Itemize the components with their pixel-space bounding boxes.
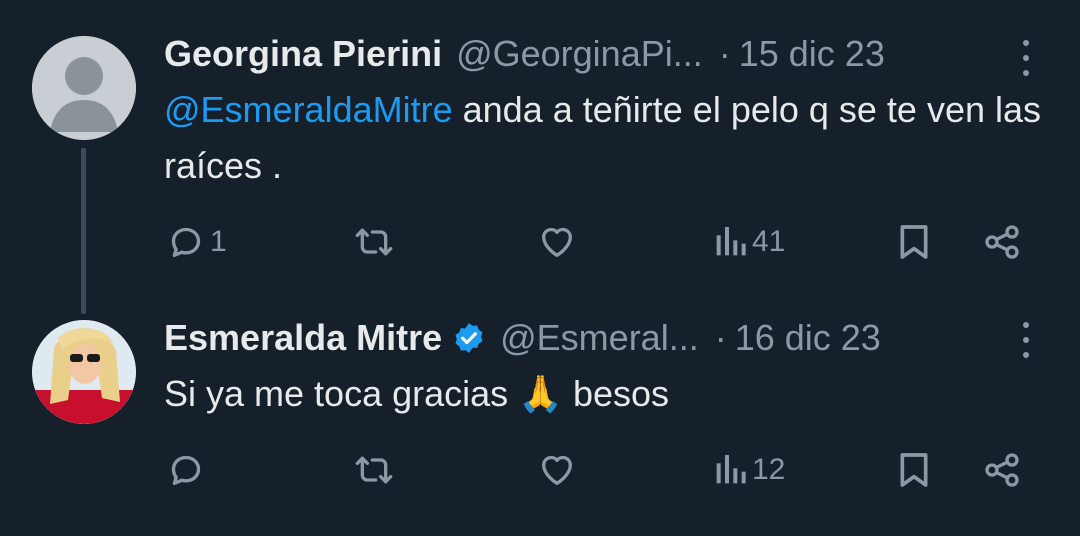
- like-button[interactable]: [536, 220, 578, 264]
- more-options-icon[interactable]: [1018, 322, 1034, 358]
- share-icon: [985, 453, 1019, 487]
- bookmark-button[interactable]: [896, 448, 932, 492]
- avatar-photo-icon[interactable]: [32, 320, 136, 424]
- author-handle[interactable]: @GeorginaPi...: [456, 33, 703, 75]
- reply-button[interactable]: [166, 448, 210, 492]
- tweet-actions: 1 41: [0, 220, 1080, 264]
- views-icon: [716, 455, 746, 484]
- share-button[interactable]: [982, 448, 1022, 492]
- mention-link[interactable]: @EsmeraldaMitre: [164, 89, 453, 130]
- share-icon: [985, 225, 1019, 259]
- tweet-georgina[interactable]: Georgina Pierini @GeorginaPi... · 15 dic…: [0, 0, 1080, 314]
- tweet-header: Georgina Pierini @GeorginaPi... · 15 dic…: [164, 32, 885, 76]
- author-handle[interactable]: @Esmeral...: [500, 317, 699, 359]
- retweet-icon: [355, 228, 393, 256]
- like-icon: [542, 455, 572, 485]
- separator-dot: ·: [718, 33, 731, 74]
- views-button[interactable]: 41: [712, 220, 785, 264]
- more-options-icon[interactable]: [1018, 40, 1034, 76]
- tweet-esmeralda[interactable]: Esmeralda Mitre @Esmeral... · 16 dic 23 …: [0, 300, 1080, 536]
- retweet-button[interactable]: [352, 448, 396, 492]
- views-count: 41: [752, 225, 786, 258]
- separator-dot: ·: [714, 317, 727, 358]
- tweet-text: Si ya me toca gracias 🙏 besos: [164, 373, 670, 414]
- retweet-icon: [355, 456, 393, 484]
- tweet-date[interactable]: 15 dic 23: [739, 33, 885, 75]
- author-name[interactable]: Esmeralda Mitre: [164, 317, 442, 359]
- tweet-text: @EsmeraldaMitre anda a teñirte el pelo q…: [164, 82, 1044, 194]
- reply-icon: [171, 455, 201, 485]
- views-button[interactable]: 12: [712, 448, 785, 492]
- avatar-default-icon[interactable]: [32, 36, 136, 140]
- reply-count: 1: [210, 225, 227, 258]
- like-button[interactable]: [536, 448, 578, 492]
- views-icon: [716, 227, 746, 256]
- author-name[interactable]: Georgina Pierini: [164, 33, 442, 75]
- bookmark-icon: [900, 453, 928, 487]
- tweet-header: Esmeralda Mitre @Esmeral... · 16 dic 23: [164, 316, 881, 360]
- bookmark-icon: [900, 225, 928, 259]
- like-icon: [542, 227, 572, 257]
- bookmark-button[interactable]: [896, 220, 932, 264]
- tweet-date[interactable]: 16 dic 23: [735, 317, 881, 359]
- share-button[interactable]: [982, 220, 1022, 264]
- reply-icon: [171, 227, 201, 257]
- verified-badge-icon[interactable]: [452, 321, 486, 355]
- tweet-actions: 12: [0, 448, 1080, 492]
- retweet-button[interactable]: [352, 220, 396, 264]
- views-count: 12: [752, 453, 786, 486]
- reply-button[interactable]: 1: [166, 220, 227, 264]
